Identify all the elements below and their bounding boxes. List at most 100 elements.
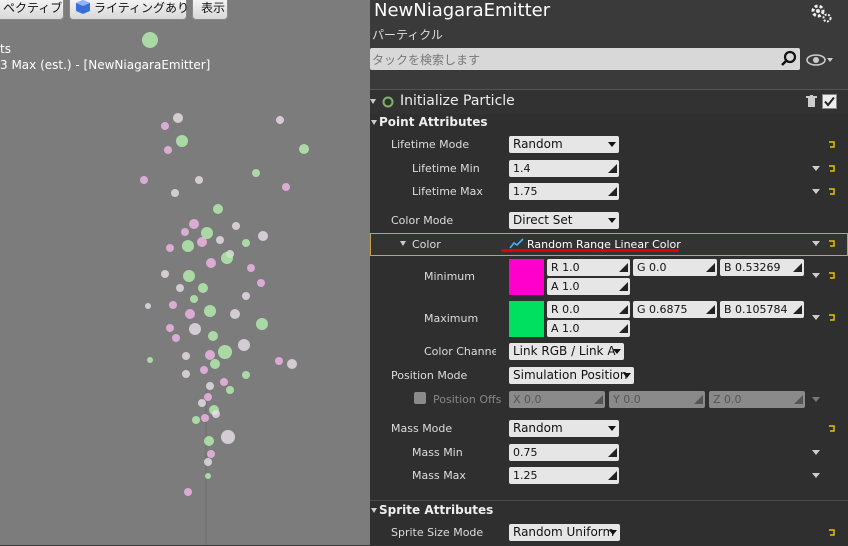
maximum-label: Maximum [424,312,479,325]
particle-sprite [176,284,184,292]
particle-sprite [142,32,158,48]
particle-sprite [221,252,233,264]
resize-handle-icon[interactable] [706,305,715,314]
particle-sprite [226,386,234,394]
mass-max-input[interactable]: 1.25 [509,467,619,484]
min-b-input[interactable]: B 0.53269 [720,259,804,276]
reset-to-default-icon[interactable] [828,313,837,322]
max-g-input[interactable]: G 0.6875 [633,301,717,318]
minimum-color-swatch[interactable] [509,259,544,295]
red-underline-annotation [501,249,679,252]
max-b-input[interactable]: B 0.105784 [720,301,804,318]
resize-handle-icon[interactable] [706,263,715,272]
particle-sprite [206,258,216,268]
particle-sprite [198,399,206,407]
min-a-input[interactable]: A 1.0 [547,278,630,295]
particle-sprite [282,183,290,191]
module-enabled-icon[interactable] [382,96,394,108]
dynamic-input-graph-icon [509,238,524,249]
particle-sprite [242,239,250,247]
dropdown-arrow-icon [812,397,820,402]
settings-gear-icon[interactable] [810,2,832,24]
dropdown-arrow-icon[interactable] [812,241,820,246]
perspective-button[interactable]: ペクティブ [0,0,64,20]
reset-to-default-icon[interactable] [828,140,837,149]
module-header[interactable]: Initialize Particle [370,89,848,114]
particle-sprite [164,146,172,154]
particle-sprite [205,350,215,360]
resize-handle-icon[interactable] [619,324,628,333]
particle-sprite [182,352,190,360]
particle-sprite [201,414,209,422]
position-offset-checkbox[interactable] [414,392,426,404]
resize-handle-icon[interactable] [608,164,617,173]
delete-trash-icon[interactable] [806,95,817,108]
color-channel-mode-dropdown[interactable]: Link RGB / Link A [509,343,624,360]
particle-sprite [190,295,198,303]
resize-handle-icon[interactable] [608,187,617,196]
reset-to-default-icon[interactable] [828,424,837,433]
resize-handle-icon [694,395,703,404]
color-expand-arrow[interactable] [400,241,406,246]
mass-min-label: Mass Min [412,446,463,459]
maximum-color-swatch[interactable] [509,301,544,337]
point-attributes-collapse-arrow[interactable] [371,120,377,125]
particle-sprite [173,113,183,123]
dropdown-arrow-icon[interactable] [812,473,820,478]
particle-sprite [204,305,216,317]
color-mode-dropdown[interactable]: Direct Set [509,212,619,229]
position-mode-dropdown[interactable]: Simulation Position [509,367,634,384]
search-field[interactable]: タックを検索します [370,48,800,70]
resize-handle-icon[interactable] [608,471,617,480]
resize-handle-icon[interactable] [793,305,802,314]
reset-to-default-icon[interactable] [828,187,837,196]
resize-handle-icon[interactable] [619,263,628,272]
lifetime-min-input[interactable]: 1.4 [509,160,619,177]
lit-cube-icon [76,0,90,14]
resize-handle-icon[interactable] [619,282,628,291]
reset-to-default-icon[interactable] [828,239,837,248]
particle-preview [140,32,309,545]
mass-mode-dropdown[interactable]: Random [509,420,619,437]
particle-sprite [221,430,235,444]
resize-handle-icon[interactable] [619,305,628,314]
show-button[interactable]: 表示 [192,0,228,20]
reset-to-default-icon[interactable] [828,271,837,280]
search-placeholder: タックを検索します [372,53,481,67]
sprite-attributes-collapse-arrow[interactable] [371,508,377,513]
particle-sprite [181,228,189,236]
dropdown-arrow-icon[interactable] [812,189,820,194]
collapse-arrow[interactable] [370,99,376,104]
viewport[interactable]: ペクティブ ライティングあり 表示 ts 3 Max (est.) - [New… [0,0,370,545]
search-icon[interactable] [780,50,798,68]
min-r-input[interactable]: R 1.0 [547,259,630,276]
lifetime-max-input[interactable]: 1.75 [509,183,619,200]
particle-sprite [205,473,211,479]
lifetime-mode-label: Lifetime Mode [391,138,470,151]
min-g-input[interactable]: G 0.0 [633,259,717,276]
dropdown-arrow-icon[interactable] [812,166,820,171]
mass-min-input[interactable]: 0.75 [509,444,619,461]
resize-handle-icon[interactable] [608,448,617,457]
stat-line-2: 3 Max (est.) - [NewNiagaraEmitter] [0,58,211,72]
mass-mode-label: Mass Mode [391,422,453,435]
reset-to-default-icon[interactable] [828,164,837,173]
dropdown-arrow-icon[interactable] [812,273,820,278]
lighting-button[interactable]: ライティングあり [69,0,189,20]
resize-handle-icon[interactable] [793,263,802,272]
reset-to-default-icon[interactable] [828,528,837,537]
resize-handle-icon [794,395,803,404]
particle-sprite [185,309,195,319]
dropdown-arrow-icon[interactable] [812,315,820,320]
max-r-input[interactable]: R 0.0 [547,301,630,318]
particle-sprite [256,318,268,330]
particle-sprite [161,270,169,278]
sprite-size-mode-dropdown[interactable]: Random Uniform [509,524,620,541]
particle-sprite [287,359,297,369]
max-a-input[interactable]: A 1.0 [547,320,630,337]
particle-sprite [145,303,151,309]
visibility-eye-icon[interactable] [806,52,834,68]
dropdown-arrow-icon[interactable] [812,450,820,455]
enable-checkbox[interactable] [822,94,837,109]
lifetime-mode-dropdown[interactable]: Random [509,136,619,153]
